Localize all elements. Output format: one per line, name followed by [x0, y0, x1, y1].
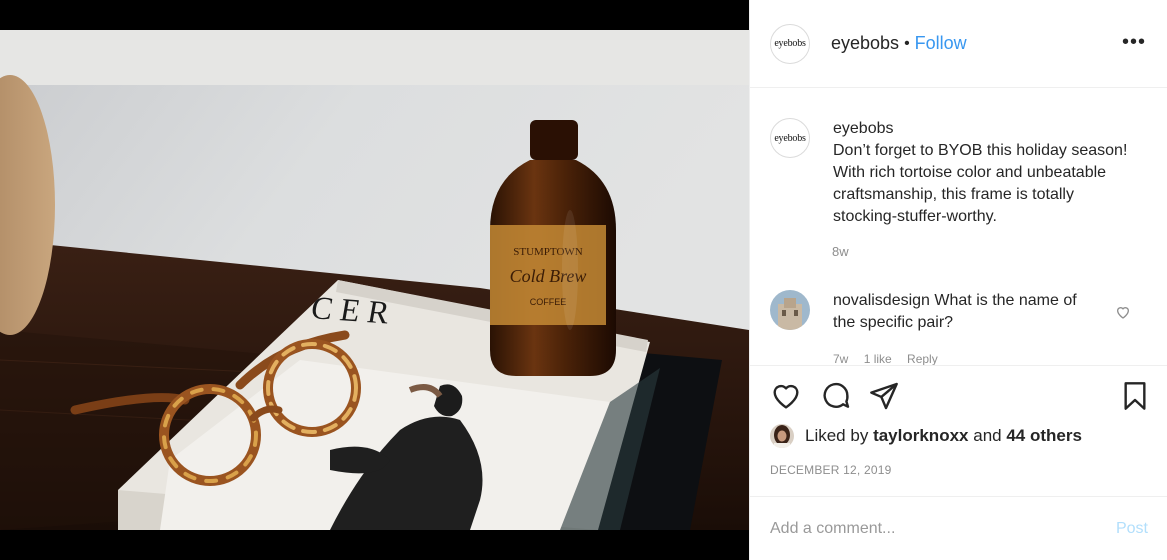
liked-by-user[interactable]: taylorknoxx: [873, 426, 968, 446]
caption-avatar[interactable]: eyebobs: [770, 118, 810, 158]
share-icon[interactable]: [868, 380, 900, 412]
post-caption: eyebobs eyebobs Don’t forget to BYOB thi…: [770, 118, 1133, 228]
comment-heart-icon[interactable]: [1115, 304, 1131, 320]
comment-input[interactable]: [770, 519, 1116, 538]
caption-text: Don’t forget to BYOB this holiday season…: [833, 142, 1128, 225]
avatar-logo-text: eyebobs: [774, 38, 806, 49]
add-comment-bar: Post: [750, 496, 1167, 560]
comment-username[interactable]: novalisdesign: [833, 292, 930, 309]
likes-summary: Liked by taylorknoxx and 44 others: [770, 424, 1082, 448]
comments-section[interactable]: eyebobs eyebobs Don’t forget to BYOB thi…: [750, 88, 1167, 366]
separator-dot: •: [904, 34, 910, 52]
more-icon[interactable]: •••: [1122, 30, 1146, 54]
post-date[interactable]: DECEMBER 12, 2019: [770, 463, 891, 477]
comment-item: novalisdesign What is the name of the sp…: [770, 290, 1130, 365]
post-side-panel: eyebobs eyebobs • Follow ••• eyebobs eye…: [749, 0, 1167, 560]
liker-avatar-image: [770, 424, 794, 448]
photo-pane: C E R STUMPTOWN Cold Brew COFFEE: [0, 0, 749, 560]
caption-username[interactable]: eyebobs: [833, 120, 894, 137]
liker-avatar[interactable]: [770, 424, 794, 448]
liked-by-prefix: Liked by: [805, 426, 869, 445]
header-username[interactable]: eyebobs: [831, 33, 899, 54]
bookmark-icon[interactable]: [1119, 380, 1151, 412]
comment-body: novalisdesign What is the name of the sp…: [833, 290, 1103, 334]
comment-likes[interactable]: 1 like: [864, 352, 892, 365]
instagram-post: C E R STUMPTOWN Cold Brew COFFEE eyebobs…: [0, 0, 1167, 560]
liked-by-middle: and: [973, 426, 1002, 445]
comment-icon[interactable]: [820, 380, 852, 412]
comment-time[interactable]: 7w: [833, 352, 848, 365]
commenter-avatar[interactable]: [770, 290, 810, 330]
avatar[interactable]: eyebobs: [770, 23, 810, 64]
post-button[interactable]: Post: [1116, 520, 1148, 538]
photo-illustration: C E R STUMPTOWN Cold Brew COFFEE: [0, 30, 749, 530]
post-header: eyebobs eyebobs • Follow •••: [750, 0, 1167, 88]
commenter-avatar-image: [770, 290, 810, 330]
heart-icon[interactable]: [770, 380, 802, 412]
magazine-title: C E R: [309, 289, 393, 330]
reply-button[interactable]: Reply: [907, 352, 938, 365]
caption-time[interactable]: 8w: [832, 244, 849, 259]
label-line-3: COFFEE: [530, 297, 567, 307]
comment-meta: 7w 1 like Reply: [833, 352, 950, 365]
caption-avatar-text: eyebobs: [774, 132, 806, 144]
caption-body: eyebobs Don’t forget to BYOB this holida…: [833, 118, 1133, 228]
liked-by-others[interactable]: 44 others: [1006, 426, 1082, 446]
follow-button[interactable]: Follow: [915, 33, 967, 54]
post-photo[interactable]: C E R STUMPTOWN Cold Brew COFFEE: [0, 30, 749, 530]
